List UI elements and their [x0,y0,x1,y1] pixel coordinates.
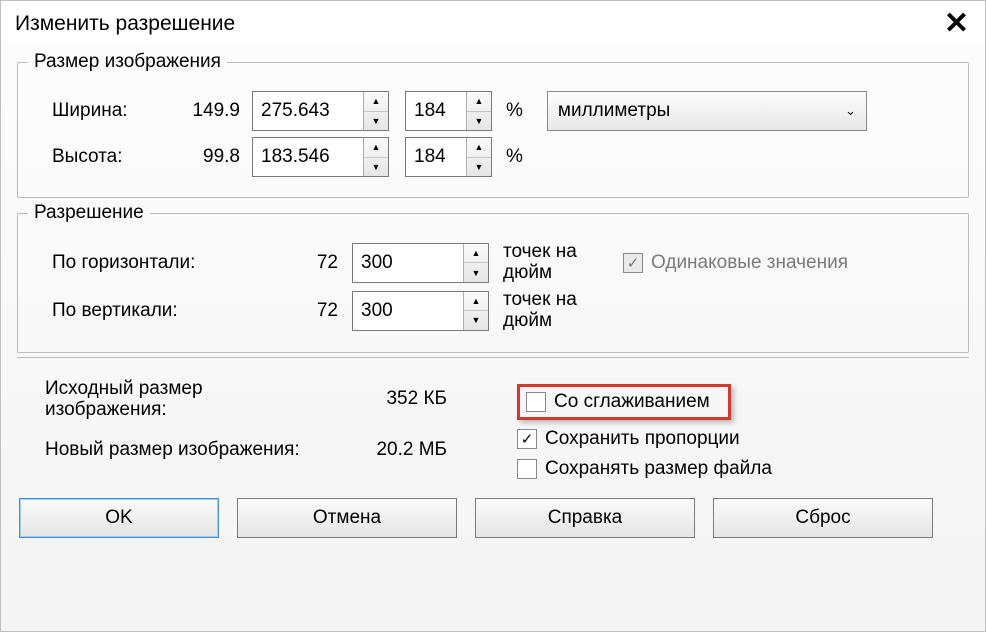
height-row: Высота: 99.8 ▲ ▼ ▲ ▼ % [32,137,954,177]
spin-down-icon[interactable]: ▼ [464,263,488,282]
divider [17,357,969,358]
keep-file-label: Сохранять размер файла [545,458,772,480]
spin-down-icon[interactable]: ▼ [464,311,488,330]
reset-button[interactable]: Сброс [713,498,933,538]
height-spinner[interactable]: ▲ ▼ [252,137,389,177]
percent-symbol: % [506,100,523,122]
new-size-value: 20.2 МБ [327,439,447,461]
vert-label: По вертикали: [32,300,292,322]
dialog-content: Размер изображения Ширина: 149.9 ▲ ▼ ▲ [1,43,985,488]
help-button[interactable]: Справка [475,498,695,538]
orig-size-label: Исходный размер изображения: [27,378,327,422]
height-input[interactable] [253,138,363,176]
horiz-input[interactable] [353,244,463,282]
horiz-label: По горизонтали: [32,252,292,274]
height-label: Высота: [32,146,182,168]
vert-spin-buttons: ▲ ▼ [463,292,488,330]
keep-prop-checkbox[interactable]: ✓ [517,429,537,449]
ok-button[interactable]: OK [19,498,219,538]
cancel-button[interactable]: Отмена [237,498,457,538]
height-old-value: 99.8 [182,146,252,168]
new-size-row: Новый размер изображения: 20.2 МБ [27,439,517,461]
dpi-label: точек на дюйм [503,242,613,284]
unit-select[interactable]: миллиметры ⌄ [547,91,867,131]
chevron-down-icon: ⌄ [845,103,856,119]
width-pct-input[interactable] [406,92,466,130]
same-values-label: Одинаковые значения [651,252,848,274]
button-row: OK Отмена Справка Сброс [1,488,985,552]
horiz-spinner[interactable]: ▲ ▼ [352,243,489,283]
spin-down-icon[interactable]: ▼ [467,158,491,177]
orig-size-value: 352 КБ [327,388,447,410]
width-pct-spinner[interactable]: ▲ ▼ [405,91,492,131]
image-size-group: Размер изображения Ширина: 149.9 ▲ ▼ ▲ [17,51,969,198]
keep-file-checkbox[interactable] [517,459,537,479]
antialias-checkbox[interactable] [526,392,546,412]
image-size-legend: Размер изображения [28,51,227,73]
info-section: Исходный размер изображения: 352 КБ Новы… [17,366,969,488]
spin-down-icon[interactable]: ▼ [467,112,491,131]
close-icon[interactable]: ✕ [938,9,975,39]
resolution-group: Разрешение По горизонтали: 72 ▲ ▼ точек … [17,202,969,353]
dialog-title: Изменить разрешение [15,12,235,36]
checkbox-icon: ✓ [623,253,643,273]
vert-spinner[interactable]: ▲ ▼ [352,291,489,331]
antialias-label: Со сглаживанием [554,391,710,413]
width-spin-buttons: ▲ ▼ [363,92,388,130]
height-pct-spin-buttons: ▲ ▼ [466,138,491,176]
vert-input[interactable] [353,292,463,330]
height-pct-spinner[interactable]: ▲ ▼ [405,137,492,177]
width-spinner[interactable]: ▲ ▼ [252,91,389,131]
spin-up-icon[interactable]: ▲ [364,138,388,158]
width-pct-spin-buttons: ▲ ▼ [466,92,491,130]
height-pct-input[interactable] [406,138,466,176]
orig-size-row: Исходный размер изображения: 352 КБ [27,378,517,422]
spin-up-icon[interactable]: ▲ [464,292,488,312]
info-right: Со сглаживанием ✓ Сохранить пропорции Со… [517,370,959,488]
horiz-old-value: 72 [292,252,352,274]
dpi-label: точек на дюйм [503,290,613,332]
spin-up-icon[interactable]: ▲ [464,244,488,264]
vert-row: По вертикали: 72 ▲ ▼ точек на дюйм [32,290,954,332]
horiz-row: По горизонтали: 72 ▲ ▼ точек на дюйм ✓ О… [32,242,954,284]
percent-symbol: % [506,146,523,168]
antialias-row: Со сглаживанием [517,384,959,420]
spin-down-icon[interactable]: ▼ [364,112,388,131]
same-values-check: ✓ Одинаковые значения [623,252,848,274]
titlebar: Изменить разрешение ✕ [1,1,985,43]
resize-dialog: Изменить разрешение ✕ Размер изображения… [0,0,986,632]
spin-down-icon[interactable]: ▼ [364,158,388,177]
keep-prop-label: Сохранить пропорции [545,428,740,450]
width-old-value: 149.9 [182,100,252,122]
info-left: Исходный размер изображения: 352 КБ Новы… [27,370,517,488]
highlight-box: Со сглаживанием [517,384,731,420]
horiz-spin-buttons: ▲ ▼ [463,244,488,282]
width-row: Ширина: 149.9 ▲ ▼ ▲ ▼ % [32,91,954,131]
unit-select-value: миллиметры [558,100,670,122]
width-input[interactable] [253,92,363,130]
width-label: Ширина: [32,100,182,122]
keep-file-row: Сохранять размер файла [517,458,959,480]
vert-old-value: 72 [292,300,352,322]
spin-up-icon[interactable]: ▲ [467,138,491,158]
height-spin-buttons: ▲ ▼ [363,138,388,176]
spin-up-icon[interactable]: ▲ [467,92,491,112]
keep-prop-row: ✓ Сохранить пропорции [517,428,959,450]
new-size-label: Новый размер изображения: [27,439,327,461]
spin-up-icon[interactable]: ▲ [364,92,388,112]
resolution-legend: Разрешение [28,202,150,224]
